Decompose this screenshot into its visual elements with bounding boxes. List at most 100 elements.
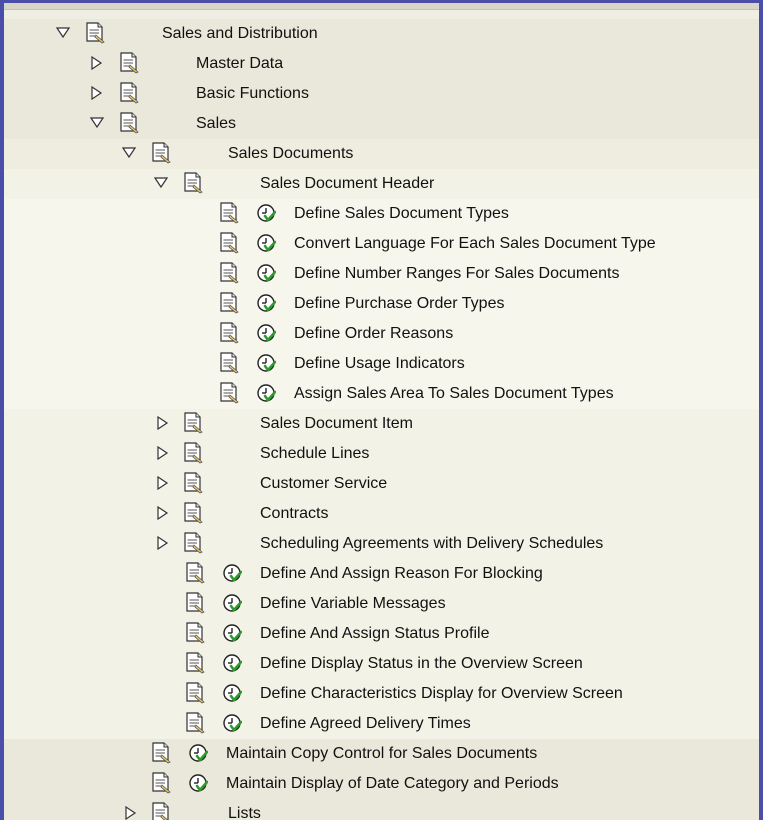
triangle-right-icon[interactable] [90, 86, 104, 100]
document-icon [184, 622, 206, 644]
tree-activity-define-order-reasons[interactable]: Define Order Reasons [4, 319, 759, 349]
document-icon [182, 502, 204, 524]
tree-node-label: Sales Document Item [260, 415, 413, 432]
document-icon [118, 52, 140, 74]
tree-node-sales-document-header[interactable]: Sales Document Header [4, 169, 759, 199]
execute-clock-icon[interactable] [188, 743, 209, 763]
tree-node-label: Sales Document Header [260, 175, 435, 192]
execute-clock-icon[interactable] [256, 383, 277, 403]
tree-activity-define-usage-indicators[interactable]: Define Usage Indicators [4, 349, 759, 379]
tree-activity-agreed-delivery-times[interactable]: Define Agreed Delivery Times [4, 709, 759, 739]
triangle-right-icon[interactable] [156, 416, 170, 430]
tree-activity-convert-language[interactable]: Convert Language For Each Sales Document… [4, 229, 759, 259]
document-icon [150, 742, 172, 764]
document-icon [84, 22, 106, 44]
document-icon [150, 772, 172, 794]
tree-node-label: Define Display Status in the Overview Sc… [260, 655, 583, 672]
tree-node-label: Scheduling Agreements with Delivery Sche… [260, 535, 604, 552]
document-icon [218, 262, 240, 284]
tree-node-label: Define Order Reasons [294, 325, 454, 342]
tree-node-label: Lists [228, 805, 261, 820]
execute-clock-icon[interactable] [256, 293, 277, 313]
execute-clock-icon[interactable] [222, 563, 243, 583]
tree-node-label: Maintain Display of Date Category and Pe… [226, 775, 559, 792]
document-icon [182, 412, 204, 434]
tree-node-label: Define And Assign Reason For Blocking [260, 565, 543, 582]
document-icon [182, 532, 204, 554]
triangle-right-icon[interactable] [156, 506, 170, 520]
document-icon [218, 202, 240, 224]
tree-node-contracts[interactable]: Contracts [4, 499, 759, 529]
tree-node-label: Master Data [196, 55, 284, 72]
triangle-down-icon[interactable] [154, 176, 168, 190]
tree-node-scheduling-agreements[interactable]: Scheduling Agreements with Delivery Sche… [4, 529, 759, 559]
tree-activity-status-profile[interactable]: Define And Assign Status Profile [4, 619, 759, 649]
tree-node-label: Define Variable Messages [260, 595, 446, 612]
execute-clock-icon[interactable] [256, 203, 277, 223]
document-icon [184, 562, 206, 584]
execute-clock-icon[interactable] [188, 773, 209, 793]
execute-clock-icon[interactable] [222, 683, 243, 703]
triangle-right-icon[interactable] [124, 806, 138, 820]
tree-activity-assign-sales-area[interactable]: Assign Sales Area To Sales Document Type… [4, 379, 759, 409]
execute-clock-icon[interactable] [222, 713, 243, 733]
triangle-down-icon[interactable] [122, 146, 136, 160]
document-icon [182, 472, 204, 494]
tree-node-master-data[interactable]: Master Data [4, 49, 759, 79]
execute-clock-icon[interactable] [256, 353, 277, 373]
tree-node-label: Define Usage Indicators [294, 355, 465, 372]
document-icon [150, 142, 172, 164]
triangle-down-icon[interactable] [90, 116, 104, 130]
tree-activity-define-sales-document-types[interactable]: Define Sales Document Types [4, 199, 759, 229]
document-icon [118, 82, 140, 104]
execute-clock-icon[interactable] [222, 593, 243, 613]
tree-node-label: Define Number Ranges For Sales Documents [294, 265, 620, 282]
tree-activity-variable-messages[interactable]: Define Variable Messages [4, 589, 759, 619]
document-icon [218, 322, 240, 344]
tree-node-sales-and-distribution[interactable]: Sales and Distribution [4, 19, 759, 49]
customizing-tree: Sales and Distribution Master Data Basic… [4, 19, 759, 820]
tree-node-schedule-lines[interactable]: Schedule Lines [4, 439, 759, 469]
triangle-right-icon[interactable] [156, 446, 170, 460]
document-icon [182, 442, 204, 464]
tree-node-label: Define Agreed Delivery Times [260, 715, 471, 732]
document-icon [218, 352, 240, 374]
triangle-right-icon[interactable] [156, 536, 170, 550]
tree-node-label: Basic Functions [196, 85, 309, 102]
execute-clock-icon[interactable] [222, 653, 243, 673]
tree-node-label: Define Sales Document Types [294, 205, 509, 222]
tree-node-basic-functions[interactable]: Basic Functions [4, 79, 759, 109]
triangle-right-icon[interactable] [90, 56, 104, 70]
tree-activity-define-number-ranges[interactable]: Define Number Ranges For Sales Documents [4, 259, 759, 289]
tree-node-label: Sales [196, 115, 237, 132]
tree-activity-copy-control[interactable]: Maintain Copy Control for Sales Document… [4, 739, 759, 769]
tree-activity-characteristics-display[interactable]: Define Characteristics Display for Overv… [4, 679, 759, 709]
execute-clock-icon[interactable] [256, 323, 277, 343]
tree-node-label: Convert Language For Each Sales Document… [294, 235, 656, 252]
tree-node-sales-document-item[interactable]: Sales Document Item [4, 409, 759, 439]
triangle-down-icon[interactable] [56, 26, 70, 40]
tree-node-customer-service[interactable]: Customer Service [4, 469, 759, 499]
tree-activity-display-status[interactable]: Define Display Status in the Overview Sc… [4, 649, 759, 679]
document-icon [184, 592, 206, 614]
execute-clock-icon[interactable] [256, 233, 277, 253]
tree-node-lists[interactable]: Lists [4, 799, 759, 820]
tree-node-sales-documents[interactable]: Sales Documents [4, 139, 759, 169]
document-icon [118, 112, 140, 134]
tree-frame: Sales and Distribution Master Data Basic… [0, 0, 763, 820]
document-icon [218, 232, 240, 254]
document-icon [150, 802, 172, 820]
tree-node-label: Schedule Lines [260, 445, 370, 462]
document-icon [184, 682, 206, 704]
tree-activity-define-purchase-order-types[interactable]: Define Purchase Order Types [4, 289, 759, 319]
tree-node-sales[interactable]: Sales [4, 109, 759, 139]
triangle-right-icon[interactable] [156, 476, 170, 490]
top-divider [4, 3, 759, 10]
tree-activity-reason-for-blocking[interactable]: Define And Assign Reason For Blocking [4, 559, 759, 589]
tree-activity-date-category[interactable]: Maintain Display of Date Category and Pe… [4, 769, 759, 799]
document-icon [184, 712, 206, 734]
tree-node-label: Contracts [260, 505, 329, 522]
execute-clock-icon[interactable] [256, 263, 277, 283]
tree-node-label: Define And Assign Status Profile [260, 625, 490, 642]
execute-clock-icon[interactable] [222, 623, 243, 643]
